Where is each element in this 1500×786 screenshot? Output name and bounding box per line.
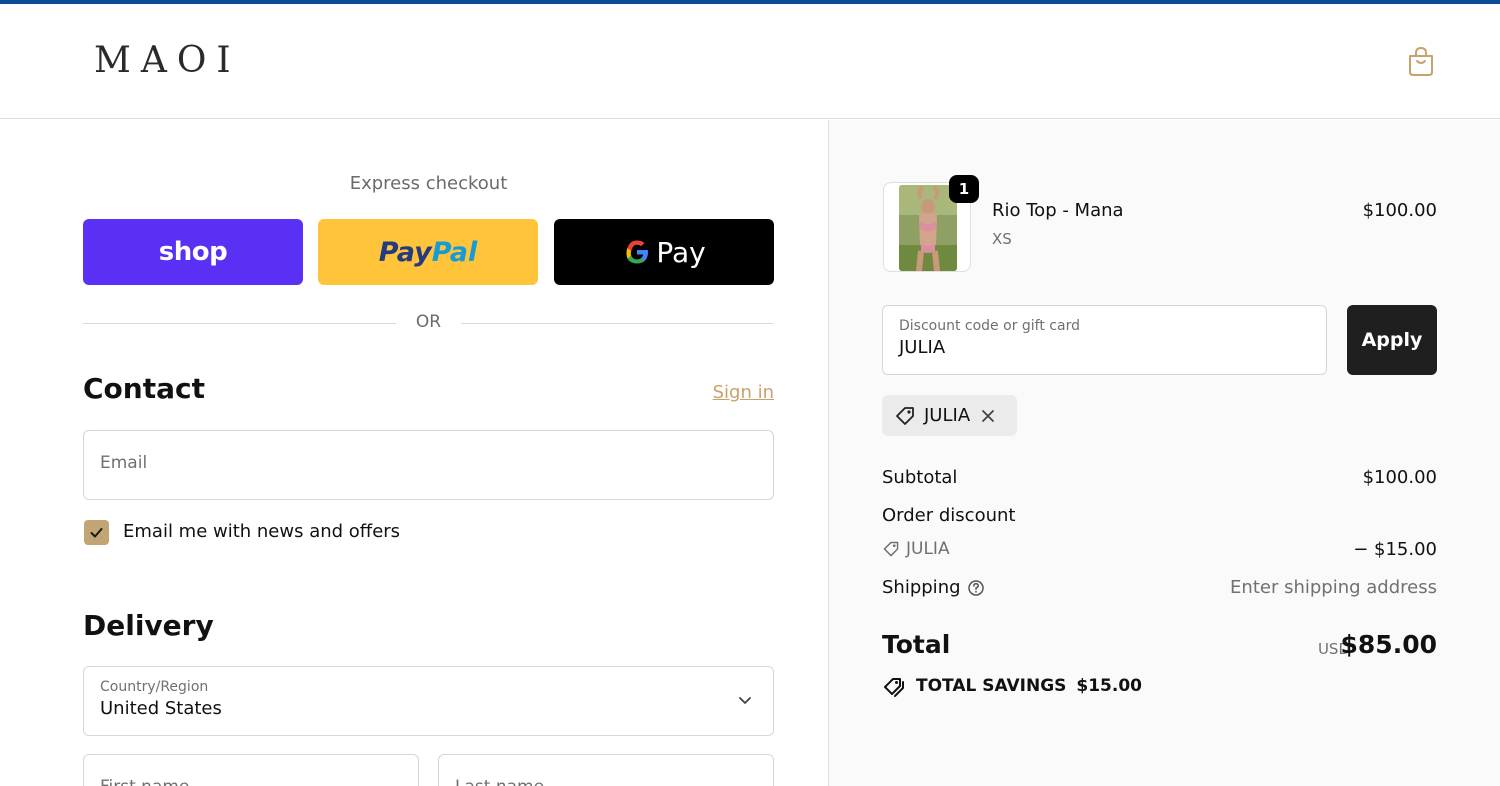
checkout-form: Express checkout shop Pay Pal Pay OR Cont… xyxy=(0,120,828,786)
shopping-bag-icon[interactable] xyxy=(1406,45,1436,77)
delivery-heading: Delivery xyxy=(83,609,214,642)
last-name-field[interactable]: Last name xyxy=(438,754,774,786)
shipping-row: Shipping xyxy=(882,577,985,598)
header: MAOI xyxy=(0,4,1500,119)
email-placeholder: Email xyxy=(100,453,148,473)
discount-value: JULIA xyxy=(899,337,946,358)
shop-pay-button[interactable]: shop xyxy=(83,219,303,285)
store-logo[interactable]: MAOI xyxy=(94,40,241,81)
product-image xyxy=(899,185,957,271)
tag-icon xyxy=(883,541,899,557)
shipping-value: Enter shipping address xyxy=(1230,577,1437,598)
or-divider: OR xyxy=(83,312,774,336)
newsletter-label: Email me with news and offers xyxy=(123,521,401,542)
or-text: OR xyxy=(415,312,442,332)
last-name-placeholder: Last name xyxy=(455,777,544,786)
discount-label: Discount code or gift card xyxy=(899,318,1080,334)
divider-line-right xyxy=(461,323,774,324)
order-summary: 1 Rio Top - Mana XS $100.00 Discount cod… xyxy=(828,120,1500,786)
google-pay-button[interactable]: Pay xyxy=(554,219,774,285)
order-discount-label: Order discount xyxy=(882,505,1016,526)
tag-icon xyxy=(896,406,914,425)
product-price: $100.00 xyxy=(1362,200,1437,221)
google-pay-label: Pay xyxy=(656,235,706,269)
first-name-field[interactable]: First name xyxy=(83,754,419,786)
total-value: $85.00 xyxy=(1340,630,1437,659)
total-label: Total xyxy=(882,630,951,659)
quantity-badge: 1 xyxy=(949,175,979,203)
paypal-button[interactable]: Pay Pal xyxy=(318,219,538,285)
applied-code: JULIA xyxy=(924,405,971,426)
remove-discount-icon[interactable] xyxy=(980,408,996,424)
savings-tag-icon xyxy=(884,678,904,697)
discount-code-name: JULIA xyxy=(906,539,950,559)
product-name: Rio Top - Mana xyxy=(992,200,1124,221)
newsletter-checkbox[interactable] xyxy=(84,520,109,545)
shop-pay-label: shop xyxy=(158,237,228,267)
subtotal-label: Subtotal xyxy=(882,467,958,488)
paypal-label-pay: Pay xyxy=(378,236,432,268)
subtotal-value: $100.00 xyxy=(1362,467,1437,488)
discount-code-row: JULIA xyxy=(882,539,950,559)
country-select[interactable]: Country/Region United States xyxy=(83,666,774,736)
country-label: Country/Region xyxy=(100,679,209,695)
email-field[interactable]: Email xyxy=(83,430,774,500)
express-checkout-label: Express checkout xyxy=(349,173,508,194)
discount-amount: − $15.00 xyxy=(1353,539,1437,560)
sign-in-link[interactable]: Sign in xyxy=(690,382,774,403)
country-value: United States xyxy=(100,698,222,719)
savings-value: $15.00 xyxy=(1076,676,1142,696)
paypal-label-pal: Pal xyxy=(431,236,478,268)
contact-heading: Contact xyxy=(83,372,205,405)
apply-button[interactable]: Apply xyxy=(1347,305,1437,375)
help-circle-icon[interactable] xyxy=(967,579,985,597)
google-g-icon xyxy=(626,240,649,264)
first-name-placeholder: First name xyxy=(100,777,189,786)
discount-code-field[interactable]: Discount code or gift card JULIA xyxy=(882,305,1327,375)
product-variant: XS xyxy=(992,230,1012,248)
savings-label: TOTAL SAVINGS xyxy=(916,676,1067,696)
total-savings: TOTAL SAVINGS $15.00 xyxy=(882,675,1142,697)
applied-discount-chip: JULIA xyxy=(882,395,1017,436)
checkmark-icon xyxy=(90,528,103,538)
shipping-label: Shipping xyxy=(882,577,961,598)
chevron-down-icon xyxy=(739,697,751,704)
